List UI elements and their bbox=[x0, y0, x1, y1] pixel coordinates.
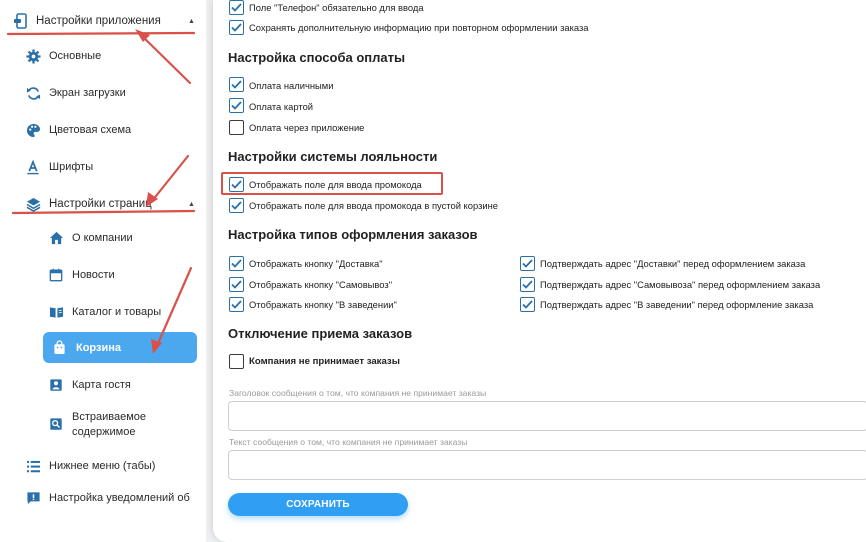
not-accepting-label: Компания не принимает заказы bbox=[249, 356, 400, 367]
app-settings-icon bbox=[12, 13, 28, 29]
check-icon bbox=[231, 80, 242, 89]
check-icon bbox=[231, 300, 242, 309]
sidebar-label: Корзина bbox=[76, 341, 121, 354]
loyalty-section-title: Настройки системы лояльности bbox=[228, 149, 438, 164]
show-inhouse-label: Отображать кнопку "В заведении" bbox=[249, 299, 397, 310]
pay-app-label: Оплата через приложение bbox=[249, 122, 365, 133]
pay-app-checkbox[interactable] bbox=[229, 120, 244, 135]
header-message-label: Заголовок сообщения о том, что компания … bbox=[229, 388, 487, 398]
order-types-section-title: Настройка типов оформления заказов bbox=[228, 227, 478, 242]
promo-empty-cart-label: Отображать поле для ввода промокода в пу… bbox=[249, 200, 498, 211]
show-pickup-checkbox[interactable] bbox=[229, 277, 244, 292]
pay-cash-checkbox[interactable] bbox=[229, 77, 244, 92]
text-message-input[interactable] bbox=[228, 450, 866, 480]
pay-card-label: Оплата картой bbox=[249, 101, 314, 112]
sidebar-label-line1: Встраиваемое bbox=[72, 411, 147, 423]
sidebar-group-page-settings[interactable]: Настройки страниц bbox=[25, 196, 152, 212]
sidebar-label-line2: содержимое bbox=[72, 426, 136, 438]
payment-section-title: Настройка способа оплаты bbox=[228, 50, 406, 65]
show-pickup-label: Отображать кнопку "Самовывоз" bbox=[249, 279, 393, 290]
sidebar-item-guest-card[interactable]: Карта гостя bbox=[48, 377, 131, 393]
sidebar-item-about[interactable]: О компании bbox=[48, 230, 133, 246]
book-icon bbox=[48, 304, 64, 320]
sidebar-label: Новости bbox=[72, 269, 115, 281]
sidebar-item-color-scheme[interactable]: Цветовая схема bbox=[25, 122, 131, 138]
sidebar-item-basic[interactable]: Основные bbox=[25, 48, 101, 64]
chevron-up-icon[interactable]: ▲ bbox=[188, 201, 195, 208]
save-extra-checkbox[interactable] bbox=[229, 20, 244, 35]
check-icon bbox=[231, 280, 242, 289]
sidebar-item-embedded[interactable]: Встраиваемое содержимое bbox=[48, 410, 146, 440]
message-icon bbox=[25, 490, 41, 506]
gear-icon bbox=[25, 48, 41, 64]
confirm-delivery-checkbox[interactable] bbox=[520, 256, 535, 271]
sidebar-label: Цветовая схема bbox=[49, 124, 132, 136]
sidebar-label: Нижнее меню (табы) bbox=[49, 460, 156, 472]
check-icon bbox=[231, 3, 242, 12]
sidebar-label: Шрифты bbox=[49, 161, 94, 173]
sidebar-label: Настройки страниц bbox=[49, 198, 152, 210]
confirm-inhouse-checkbox[interactable] bbox=[520, 297, 535, 312]
refresh-icon bbox=[25, 85, 41, 101]
annotation-highlight-box bbox=[221, 172, 443, 195]
promo-empty-cart-checkbox[interactable] bbox=[229, 198, 244, 213]
header-message-input[interactable] bbox=[228, 401, 866, 431]
confirm-pickup-checkbox[interactable] bbox=[520, 277, 535, 292]
phone-required-label: Поле "Телефон" обязательно для ввода bbox=[249, 2, 424, 13]
sidebar-label: Экран загрузки bbox=[49, 87, 126, 99]
sidebar-label: Основные bbox=[49, 50, 102, 62]
sidebar-item-catalog[interactable]: Каталог и товары bbox=[48, 304, 161, 320]
check-icon bbox=[522, 280, 533, 289]
shopping-bag-icon bbox=[51, 340, 67, 356]
confirm-delivery-label: Подтверждать адрес "Доставки" перед офор… bbox=[540, 258, 806, 269]
sidebar-label: Настройка уведомлений об bbox=[49, 492, 190, 504]
sidebar-label: О компании bbox=[72, 232, 133, 244]
check-icon bbox=[231, 23, 242, 32]
search-frame-icon bbox=[48, 416, 64, 432]
list-icon bbox=[25, 458, 41, 474]
confirm-pickup-label: Подтверждать адрес "Самовывоза" перед оф… bbox=[540, 279, 821, 290]
check-icon bbox=[522, 259, 533, 268]
check-icon bbox=[522, 300, 533, 309]
show-delivery-checkbox[interactable] bbox=[229, 256, 244, 271]
user-card-icon bbox=[48, 377, 64, 393]
not-accepting-checkbox[interactable] bbox=[229, 354, 244, 369]
sidebar-item-notifications[interactable]: Настройка уведомлений об bbox=[25, 490, 190, 506]
text-message-label: Текст сообщения о том, что компания не п… bbox=[229, 437, 468, 447]
save-extra-label: Сохранять дополнительную информацию при … bbox=[249, 22, 589, 33]
disable-orders-section-title: Отключение приема заказов bbox=[228, 326, 413, 341]
check-icon bbox=[231, 101, 242, 110]
chevron-up-icon[interactable]: ▲ bbox=[188, 18, 195, 25]
sidebar-label: Каталог и товары bbox=[72, 306, 162, 318]
home-icon bbox=[48, 230, 64, 246]
sidebar-item-splash[interactable]: Экран загрузки bbox=[25, 85, 126, 101]
sidebar-item-news[interactable]: Новости bbox=[48, 267, 115, 283]
sidebar-group-app-settings[interactable]: Настройки приложения bbox=[12, 13, 161, 29]
palette-icon bbox=[25, 122, 41, 138]
show-delivery-label: Отображать кнопку "Доставка" bbox=[249, 258, 383, 269]
save-button[interactable]: СОХРАНИТЬ bbox=[228, 493, 408, 516]
sidebar-item-bottom-menu[interactable]: Нижнее меню (табы) bbox=[25, 458, 155, 474]
sidebar-item-cart[interactable]: Корзина bbox=[43, 332, 197, 363]
sidebar-label: Встраиваемое содержимое bbox=[72, 410, 146, 440]
layers-icon bbox=[25, 196, 41, 212]
sidebar-label: Карта гостя bbox=[72, 379, 131, 391]
sidebar: Настройки приложения ▲ Основные Экран за… bbox=[0, 0, 206, 542]
check-icon bbox=[231, 201, 242, 210]
pay-card-checkbox[interactable] bbox=[229, 98, 244, 113]
confirm-inhouse-label: Подтверждать адрес "В заведении" перед о… bbox=[540, 299, 814, 310]
sidebar-item-fonts[interactable]: Шрифты bbox=[25, 159, 93, 175]
sidebar-label: Настройки приложения bbox=[36, 15, 161, 27]
calendar-icon bbox=[48, 267, 64, 283]
font-icon bbox=[25, 159, 41, 175]
check-icon bbox=[231, 259, 242, 268]
pay-cash-label: Оплата наличными bbox=[249, 80, 334, 91]
show-inhouse-checkbox[interactable] bbox=[229, 297, 244, 312]
phone-required-checkbox[interactable] bbox=[229, 0, 244, 15]
